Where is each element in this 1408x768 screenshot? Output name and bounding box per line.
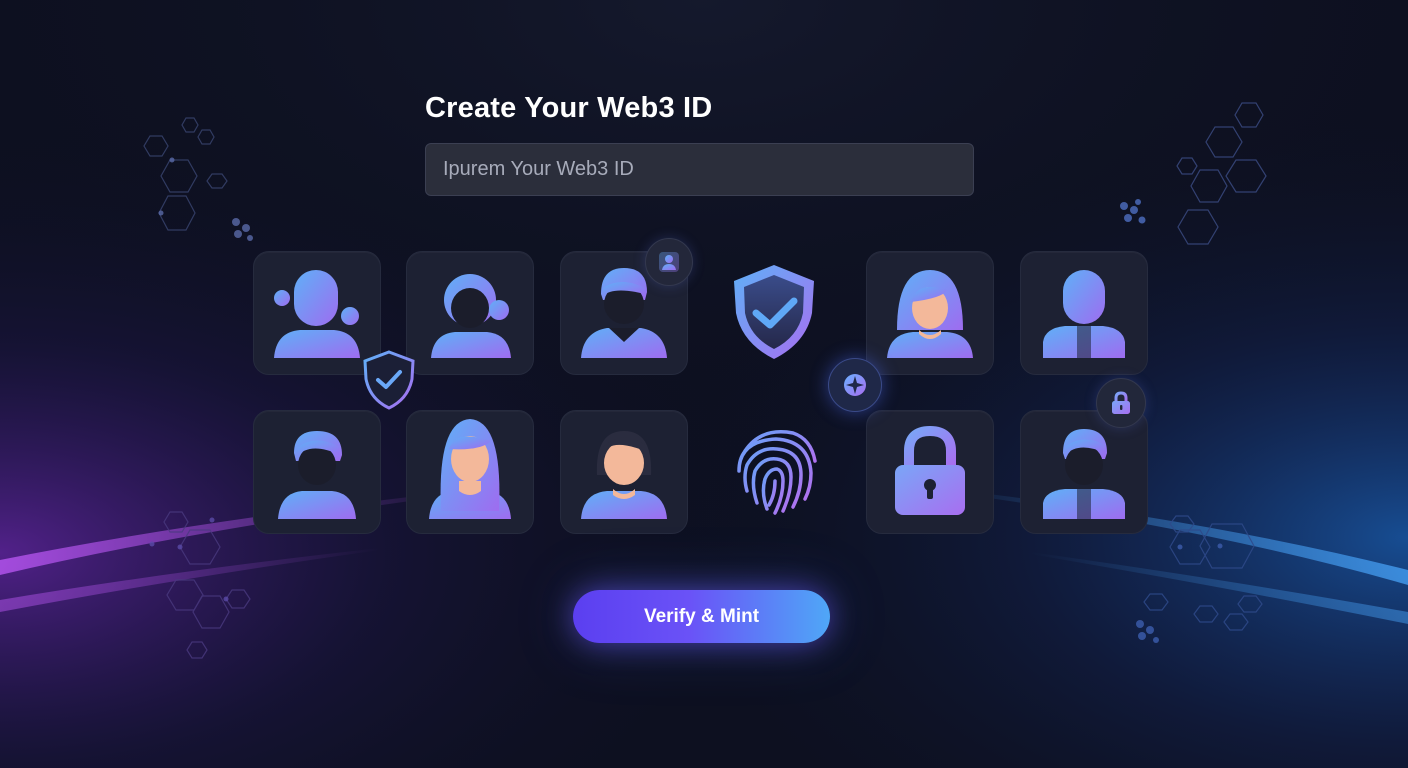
woman-icon <box>431 274 511 358</box>
user-badge-icon <box>645 238 693 286</box>
avatar-option-5[interactable] <box>866 251 994 375</box>
avatar-option-7[interactable] <box>253 410 381 534</box>
avatar-option-6[interactable] <box>1020 251 1148 375</box>
compass-badge-icon <box>828 358 882 412</box>
web3-id-card: Create Your Web3 ID Ipurem Your Web3 ID … <box>0 0 1408 768</box>
person-icon <box>1043 270 1125 358</box>
page-title: Create Your Web3 ID <box>425 92 713 124</box>
avatar-option-8[interactable] <box>406 410 534 534</box>
lock-badge-icon <box>1096 378 1146 428</box>
avatar-option-9[interactable] <box>560 410 688 534</box>
avatar-option-12[interactable] <box>1020 410 1148 534</box>
avatar-option-11[interactable] <box>866 410 994 534</box>
man-icon <box>1043 429 1125 519</box>
woman-icon <box>581 431 667 519</box>
verify-mint-button[interactable]: Verify & Mint <box>573 590 830 643</box>
shield-check-badge-icon <box>361 349 417 411</box>
fingerprint-icon[interactable] <box>731 421 821 517</box>
shield-check-icon[interactable] <box>726 261 822 363</box>
man-icon <box>278 431 356 519</box>
web3-id-input[interactable] <box>425 143 974 196</box>
woman-long-hair-icon <box>429 419 511 519</box>
avatar-option-2[interactable] <box>406 251 534 375</box>
padlock-icon <box>895 425 965 515</box>
woman-icon <box>887 270 973 358</box>
